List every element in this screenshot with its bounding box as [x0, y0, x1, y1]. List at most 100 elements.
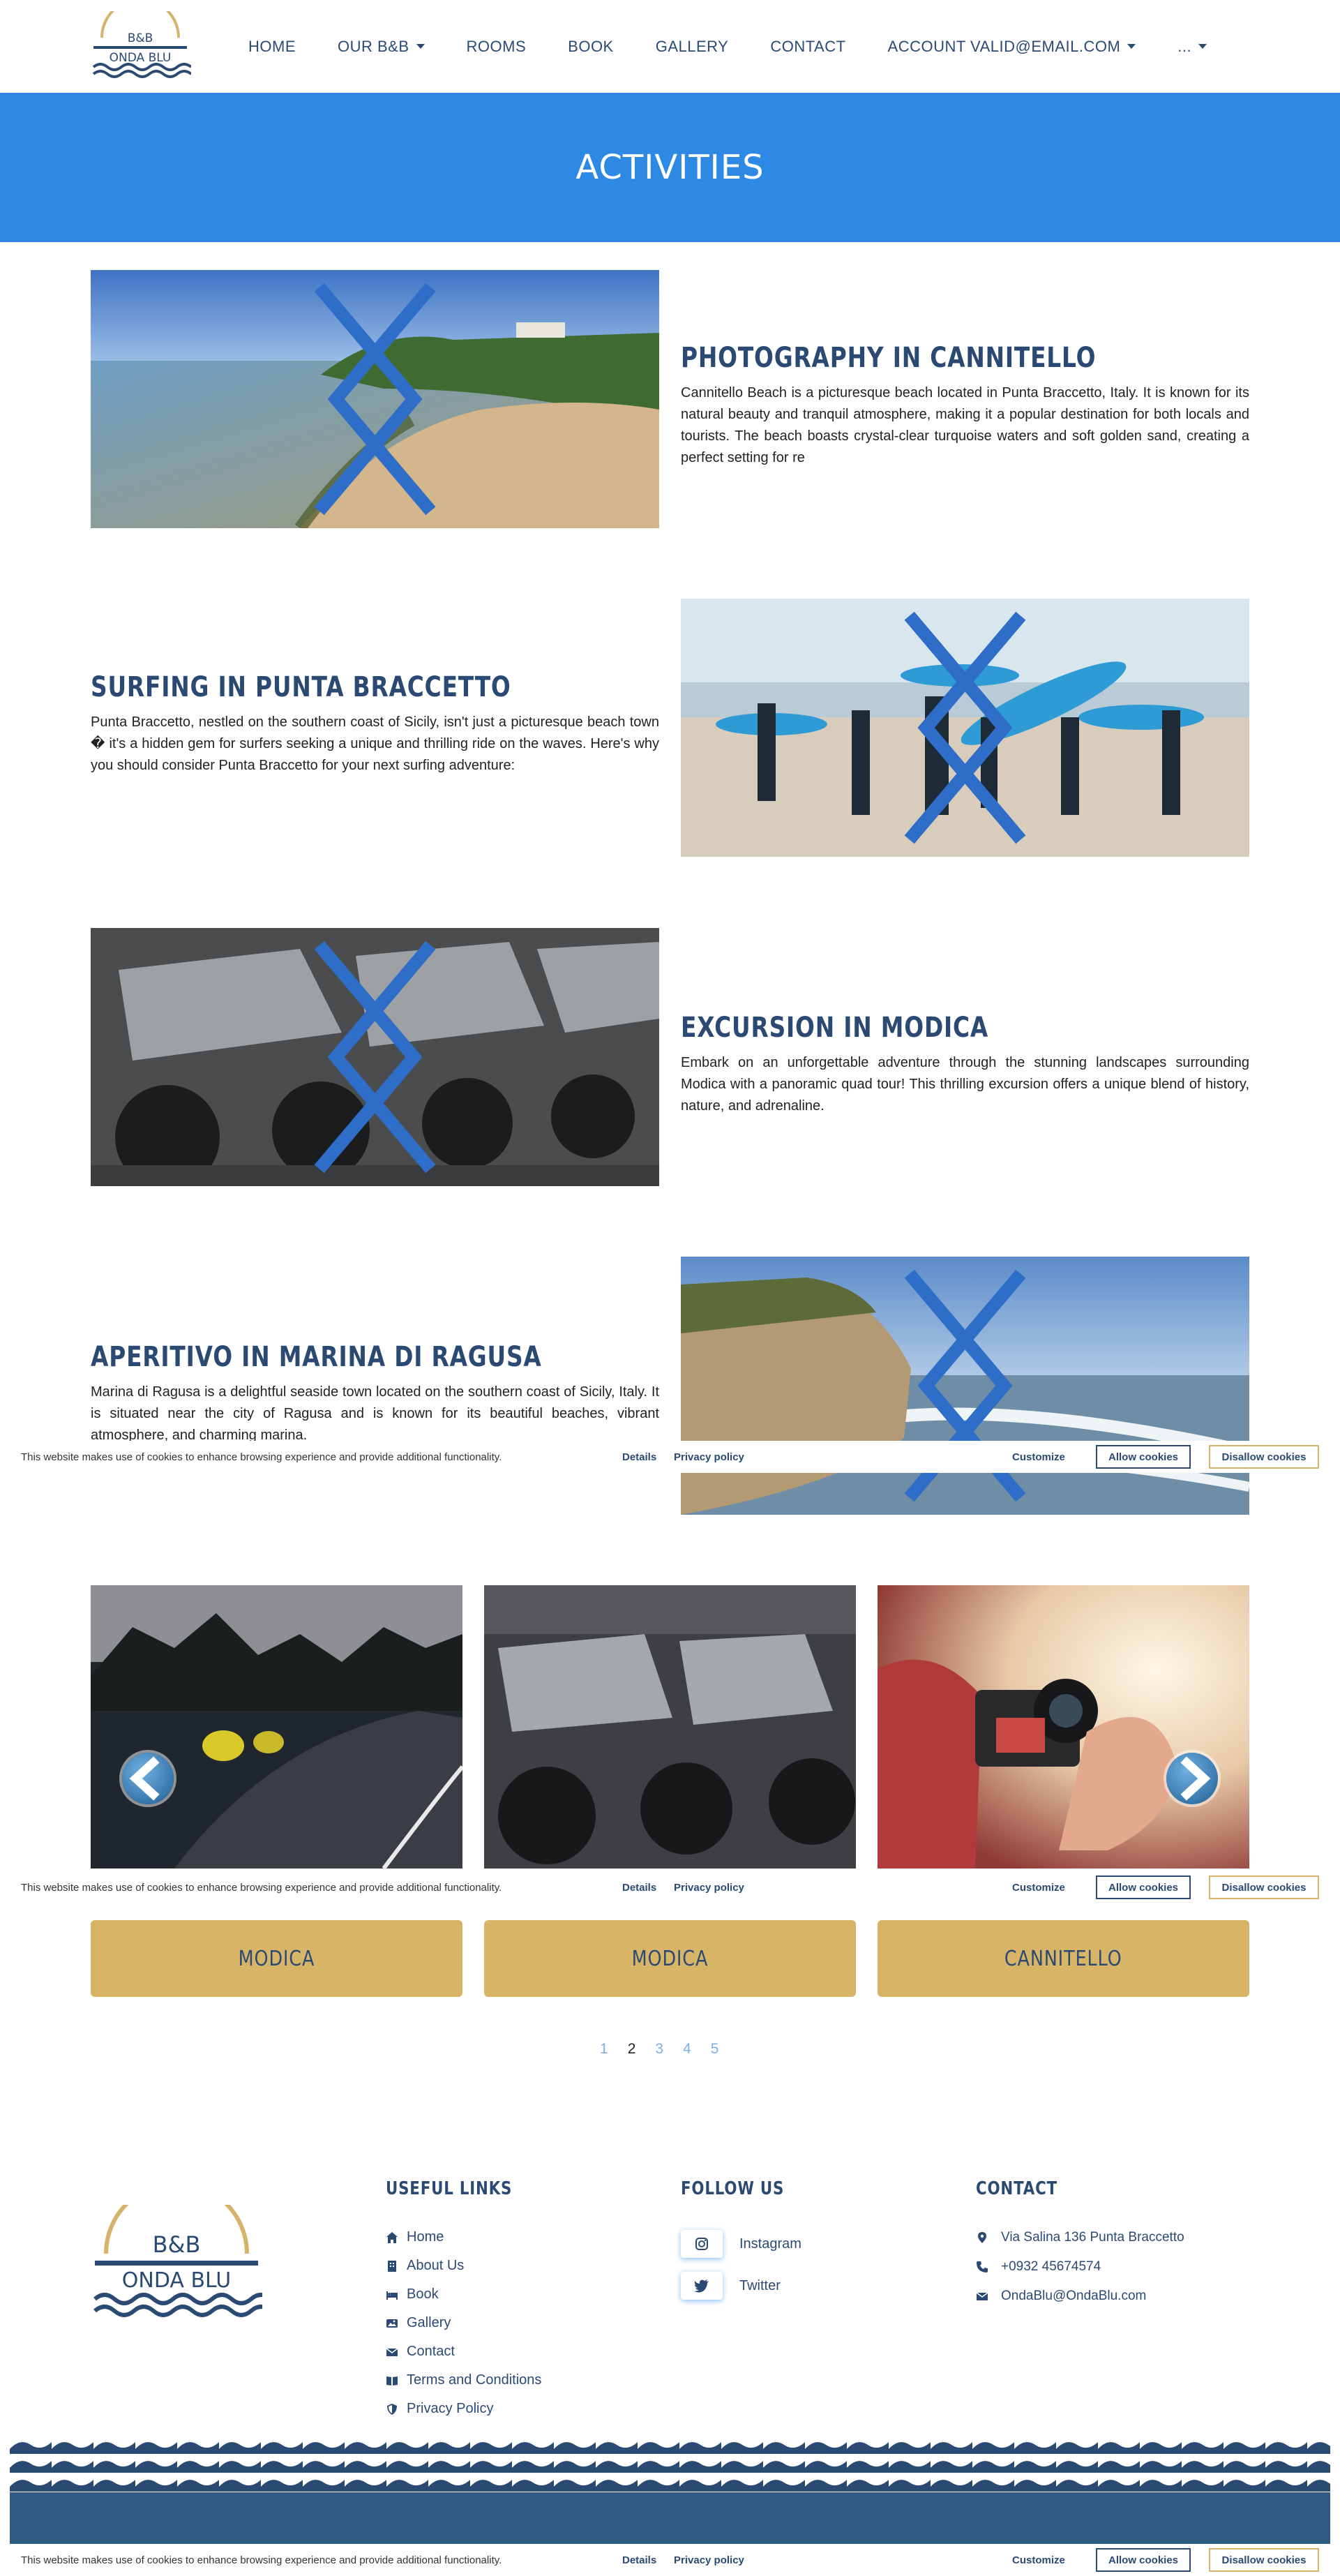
- page-title: ACTIVITIES: [575, 148, 765, 187]
- main-nav: HOME OUR B&B ROOMS BOOK GALLERY CONTACT …: [248, 0, 1249, 93]
- contact-phone[interactable]: +0932 45674574: [976, 2252, 1184, 2282]
- bed-icon: [386, 2291, 398, 2300]
- gallery-card-image[interactable]: [878, 1585, 1249, 1869]
- footer-link-book[interactable]: Book: [386, 2280, 541, 2309]
- footer-link-terms[interactable]: Terms and Conditions: [386, 2366, 541, 2395]
- footer-contact: CONTACT Via Salina 136 Punta Braccetto +…: [976, 2178, 1184, 2311]
- carousel-next-button[interactable]: [1166, 1753, 1218, 1804]
- envelope-icon: [386, 2347, 398, 2356]
- page-link[interactable]: 5: [711, 2041, 719, 2058]
- contact-email[interactable]: OndaBlu@OndaBlu.com: [976, 2282, 1184, 2311]
- activity-carousel[interactable]: [681, 599, 1249, 857]
- footer-follow-us: FOLLOW US Instagram Twitter: [681, 2178, 807, 2307]
- chevron-right-icon[interactable]: [681, 1257, 1241, 1515]
- nav-gallery[interactable]: GALLERY: [656, 38, 729, 56]
- disallow-cookies-button[interactable]: Disallow cookies: [1209, 1445, 1319, 1469]
- page-link[interactable]: 1: [600, 2041, 608, 2058]
- cookie-privacy-link[interactable]: Privacy policy: [674, 1882, 744, 1894]
- camera-hand-photo: [878, 1585, 1249, 1869]
- activity-title: SURFING IN PUNTA BRACCETTO: [91, 671, 511, 703]
- map-marker-icon: [978, 2232, 986, 2243]
- page-link[interactable]: 3: [655, 2041, 663, 2058]
- page-link[interactable]: 4: [683, 2041, 691, 2058]
- nav-contact[interactable]: CONTACT: [770, 38, 845, 56]
- footer-logo[interactable]: B&B ONDA BLU: [91, 2181, 272, 2323]
- footer-link-privacy[interactable]: Privacy Policy: [386, 2395, 541, 2423]
- page-link-current[interactable]: 2: [628, 2041, 636, 2058]
- footer-link-home[interactable]: Home: [386, 2223, 541, 2252]
- cookie-customize-link[interactable]: Customize: [1012, 1882, 1065, 1894]
- chevron-right-icon[interactable]: [91, 270, 651, 528]
- gallery-card-image[interactable]: [91, 1585, 462, 1869]
- gallery-card-label: MODICA: [238, 1946, 315, 1971]
- shield-icon: [387, 2403, 397, 2415]
- cookie-details-link[interactable]: Details: [622, 1451, 656, 1463]
- allow-cookies-button[interactable]: Allow cookies: [1096, 1445, 1191, 1469]
- quads-night-road-photo: [91, 1585, 462, 1869]
- activity-text: APERITIVO IN MARINA DI RAGUSA Marina di …: [91, 1341, 659, 1446]
- activity-description: Cannitello Beach is a picturesque beach …: [681, 385, 1249, 465]
- gallery-card-button[interactable]: CANNITELLO: [878, 1920, 1249, 1997]
- nav-rooms[interactable]: ROOMS: [467, 38, 527, 56]
- social-twitter-link[interactable]: Twitter: [681, 2265, 807, 2307]
- disallow-cookies-button[interactable]: Disallow cookies: [1209, 2548, 1319, 2572]
- top-navbar: B&B ONDA BLU HOME OUR B&B ROOMS BOOK GAL…: [0, 0, 1340, 93]
- phone-icon: [977, 2261, 988, 2272]
- gallery-card-button[interactable]: MODICA: [91, 1920, 462, 1997]
- carousel-prev-button[interactable]: [122, 1753, 174, 1804]
- logo-line2: ONDA BLU: [110, 51, 172, 65]
- cookie-customize-link[interactable]: Customize: [1012, 1451, 1065, 1463]
- allow-cookies-button[interactable]: Allow cookies: [1096, 2548, 1191, 2572]
- cookie-consent-bar: This website makes use of cookies to enh…: [0, 1441, 1340, 1473]
- activity-title: PHOTOGRAPHY IN CANNITELLO: [681, 342, 1097, 374]
- twitter-button[interactable]: [681, 2272, 723, 2300]
- gallery-card-label: MODICA: [631, 1946, 709, 1971]
- quad-bikes-row-photo: [484, 1585, 856, 1869]
- brand-logo[interactable]: B&B ONDA BLU: [89, 0, 193, 81]
- footer-band: [10, 2492, 1330, 2544]
- building-icon: [388, 2260, 396, 2272]
- activity-text: EXCURSION IN MODICA Embark on an unforge…: [681, 1012, 1249, 1117]
- logo-line1: B&B: [128, 31, 153, 45]
- activity-description: Embark on an unforgettable adventure thr…: [681, 1055, 1249, 1114]
- cookie-privacy-link[interactable]: Privacy policy: [674, 2554, 744, 2566]
- home-icon: [386, 2231, 398, 2243]
- page-hero: ACTIVITIES: [0, 93, 1340, 242]
- activity-carousel[interactable]: [91, 928, 659, 1186]
- social-instagram-link[interactable]: Instagram: [681, 2223, 807, 2265]
- footer-link-about[interactable]: About Us: [386, 2252, 541, 2280]
- activity-carousel[interactable]: [681, 1257, 1249, 1515]
- logo-line1: B&B: [153, 2231, 201, 2258]
- nav-book[interactable]: BOOK: [568, 38, 614, 56]
- cookie-message: This website makes use of cookies to enh…: [21, 1881, 502, 1894]
- cookie-customize-link[interactable]: Customize: [1012, 2554, 1065, 2566]
- nav-our-bnb-dropdown[interactable]: OUR B&B: [338, 38, 425, 56]
- activity-title: APERITIVO IN MARINA DI RAGUSA: [91, 1341, 542, 1373]
- cookie-details-link[interactable]: Details: [622, 1882, 656, 1894]
- gallery-card-button[interactable]: MODICA: [484, 1920, 856, 1997]
- chevron-right-icon[interactable]: [91, 928, 651, 1186]
- logo-line2: ONDA BLU: [122, 2268, 231, 2293]
- gallery-card-image[interactable]: [484, 1585, 856, 1869]
- book-open-icon: [386, 2376, 398, 2386]
- footer-link-gallery[interactable]: Gallery: [386, 2309, 541, 2337]
- footer-heading: CONTACT: [976, 2178, 1057, 2199]
- cookie-details-link[interactable]: Details: [622, 2554, 656, 2566]
- footer-link-contact[interactable]: Contact: [386, 2337, 541, 2366]
- allow-cookies-button[interactable]: Allow cookies: [1096, 1875, 1191, 1899]
- disallow-cookies-button[interactable]: Disallow cookies: [1209, 1875, 1319, 1899]
- nav-more-dropdown[interactable]: ...: [1177, 38, 1207, 56]
- cookie-privacy-link[interactable]: Privacy policy: [674, 1451, 744, 1463]
- activity-text: PHOTOGRAPHY IN CANNITELLO Cannitello Bea…: [681, 342, 1249, 469]
- instagram-icon: [695, 2238, 708, 2250]
- activity-carousel[interactable]: [91, 270, 659, 528]
- instagram-button[interactable]: [681, 2230, 723, 2258]
- caret-down-icon: [416, 44, 425, 49]
- footer-heading: FOLLOW US: [681, 2178, 785, 2199]
- cookie-message: This website makes use of cookies to enh…: [21, 2554, 502, 2566]
- nav-home[interactable]: HOME: [248, 38, 296, 56]
- activity-description: Marina di Ragusa is a delightful seaside…: [91, 1384, 659, 1443]
- contact-address: Via Salina 136 Punta Braccetto: [976, 2223, 1184, 2252]
- chevron-right-icon[interactable]: [681, 599, 1241, 857]
- nav-account-dropdown[interactable]: ACCOUNT VALID@EMAIL.COM: [888, 38, 1136, 56]
